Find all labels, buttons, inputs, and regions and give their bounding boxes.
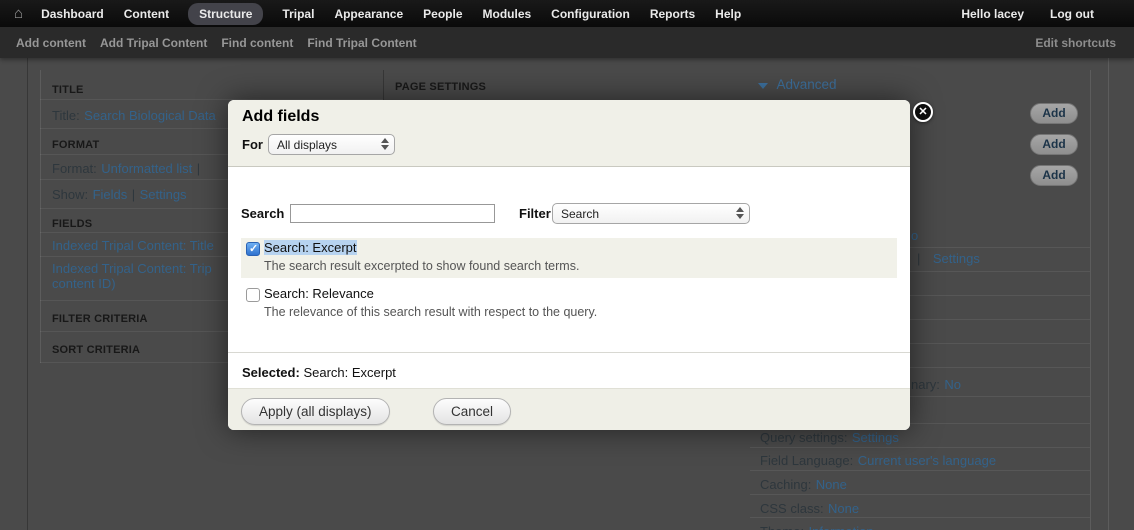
home-icon[interactable]: ⌂: [14, 6, 23, 21]
dialog-header: Add fields For All displays: [228, 100, 910, 167]
section-fields-header: FIELDS: [52, 218, 92, 230]
query-settings-label: Query settings:: [760, 430, 847, 445]
section-title: TITLE: [40, 75, 383, 100]
advanced-link[interactable]: Advanced: [776, 77, 836, 92]
divider: [228, 352, 910, 353]
fragment-settings: | Settings: [917, 250, 980, 268]
edit-shortcuts-link[interactable]: Edit shortcuts: [1035, 36, 1116, 50]
filter-select[interactable]: Search: [552, 203, 750, 224]
apply-button[interactable]: Apply (all displays): [241, 398, 390, 425]
excerpt-checkbox[interactable]: [246, 242, 260, 256]
section-page-settings: PAGE SETTINGS: [395, 77, 486, 95]
for-display-select[interactable]: All displays: [268, 134, 395, 155]
section-page-settings-header: PAGE SETTINGS: [395, 81, 486, 93]
query-settings-row: Query settings: Settings: [760, 429, 899, 447]
field-1-link[interactable]: Indexed Tripal Content: Title: [52, 238, 214, 253]
option-row-relevance: Search: Relevance The relevance of this …: [241, 284, 897, 324]
add-fields-dialog: Add fields For All displays Search Filte…: [228, 100, 910, 430]
admin-toolbar: ⌂ Dashboard Content Structure Tripal App…: [0, 0, 1134, 27]
menu-item-people[interactable]: People: [423, 7, 462, 21]
theme-label: Theme:: [760, 524, 804, 530]
admin-menu: Dashboard Content Structure Tripal Appea…: [41, 7, 741, 21]
shortcut-add-tripal-content[interactable]: Add Tripal Content: [100, 36, 207, 50]
menu-item-dashboard[interactable]: Dashboard: [41, 7, 104, 21]
show-separator: |: [132, 187, 135, 202]
field-language-label: Field Language:: [760, 453, 853, 468]
add-button-1[interactable]: Add: [1030, 103, 1078, 124]
section-sort-header: SORT CRITERIA: [52, 344, 140, 356]
show-settings-link[interactable]: Settings: [140, 187, 187, 202]
caching-label: Caching:: [760, 477, 811, 492]
query-settings-link[interactable]: Settings: [852, 430, 899, 445]
screen: ⌂ Dashboard Content Structure Tripal App…: [0, 0, 1134, 530]
select-stepper-icon: [736, 207, 744, 219]
css-class-label: CSS class:: [760, 501, 824, 516]
option-row-excerpt: Search: Excerpt The search result excerp…: [241, 238, 897, 278]
css-class-row: CSS class: None: [760, 500, 859, 518]
selected-summary: Selected: Search: Excerpt: [242, 365, 396, 380]
add-button-3[interactable]: Add: [1030, 165, 1078, 186]
relevance-option-description: The relevance of this search result with…: [264, 305, 597, 319]
menu-item-tripal[interactable]: Tripal: [282, 7, 314, 21]
shortcut-find-tripal-content[interactable]: Find Tripal Content: [307, 36, 416, 50]
caching-row: Caching: None: [760, 476, 847, 494]
logout-link[interactable]: Log out: [1050, 7, 1094, 21]
selected-value: Search: Excerpt: [303, 365, 396, 380]
search-input[interactable]: [290, 204, 495, 223]
relevance-option-label[interactable]: Search: Relevance: [264, 286, 374, 301]
user-greeting: Hello lacey: [961, 7, 1024, 21]
add-button-2[interactable]: Add: [1030, 134, 1078, 155]
section-format-header: FORMAT: [52, 139, 99, 151]
section-title-header: TITLE: [52, 84, 84, 96]
fragment-summary: nary: No: [911, 376, 961, 394]
title-label: Title:: [52, 108, 80, 123]
shortcut-add-content[interactable]: Add content: [16, 36, 86, 50]
select-stepper-icon: [381, 138, 389, 150]
menu-item-content[interactable]: Content: [124, 7, 169, 21]
search-label: Search: [241, 206, 284, 221]
menu-item-configuration[interactable]: Configuration: [551, 7, 630, 21]
format-value-link[interactable]: Unformatted list: [101, 161, 192, 176]
menu-item-appearance[interactable]: Appearance: [334, 7, 403, 21]
menu-item-modules[interactable]: Modules: [483, 7, 532, 21]
fragment-no-link[interactable]: No: [944, 377, 961, 392]
shortcut-find-content[interactable]: Find content: [221, 36, 293, 50]
menu-item-structure[interactable]: Structure: [188, 3, 263, 25]
advanced-caret-icon: [758, 83, 768, 89]
fragment-no: o: [911, 227, 918, 245]
show-label: Show:: [52, 187, 88, 202]
section-filter-header: FILTER CRITERIA: [52, 313, 148, 325]
format-label: Format:: [52, 161, 97, 176]
theme-row: Theme: Information: [760, 523, 874, 530]
menu-item-reports[interactable]: Reports: [650, 7, 695, 21]
advanced-toggle[interactable]: Advanced: [758, 76, 837, 94]
selected-label: Selected:: [242, 365, 300, 380]
excerpt-option-description: The search result excerpted to show foun…: [264, 259, 579, 273]
field-language-link[interactable]: Current user's language: [858, 453, 996, 468]
field-language-row: Field Language: Current user's language: [760, 452, 996, 470]
shortcuts-bar: Add content Add Tripal Content Find cont…: [0, 27, 1134, 58]
for-label: For: [242, 137, 263, 152]
close-icon[interactable]: ✕: [913, 102, 933, 122]
title-value-link[interactable]: Search Biological Data: [84, 108, 216, 123]
caching-link[interactable]: None: [816, 477, 847, 492]
excerpt-option-label[interactable]: Search: Excerpt: [264, 240, 357, 255]
dialog-title: Add fields: [242, 108, 319, 126]
css-class-link[interactable]: None: [828, 501, 859, 516]
format-separator: |: [197, 161, 200, 176]
menu-item-help[interactable]: Help: [715, 7, 741, 21]
relevance-checkbox[interactable]: [246, 288, 260, 302]
filter-label: Filter: [519, 206, 551, 221]
show-fields-link[interactable]: Fields: [93, 187, 128, 202]
dialog-footer: Apply (all displays) Cancel: [228, 388, 910, 430]
cancel-button[interactable]: Cancel: [433, 398, 511, 425]
theme-link[interactable]: Information: [809, 524, 874, 530]
fragment-settings-link[interactable]: Settings: [933, 251, 980, 266]
